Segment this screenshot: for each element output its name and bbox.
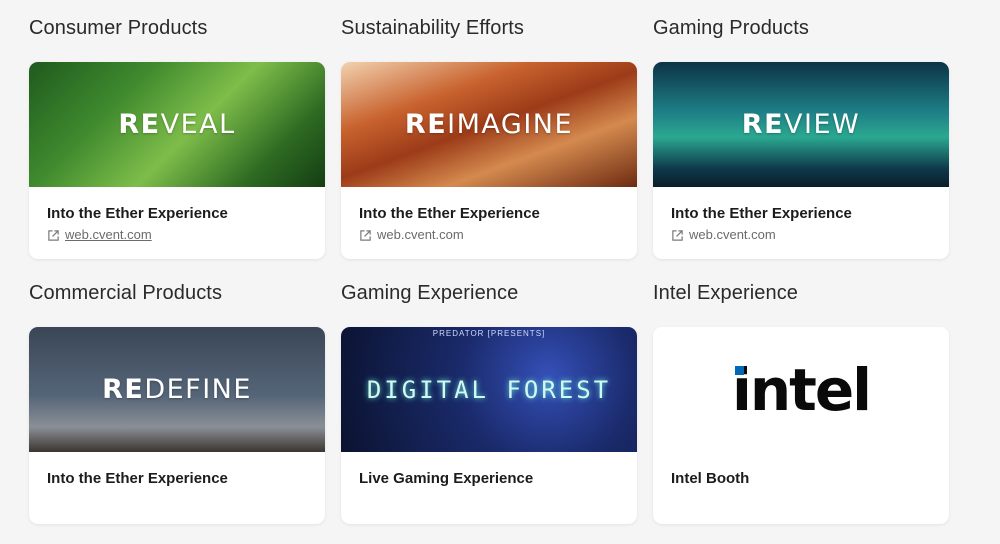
card-title: Live Gaming Experience (359, 470, 534, 487)
leaf-image: REVEAL (29, 62, 325, 187)
intel-wordmark: intel (731, 355, 872, 424)
card-title: Into the Ether Experience (359, 205, 540, 222)
external-link-icon (360, 229, 371, 241)
section-commercial-products: Commercial Products REDEFINE Into the Et… (29, 279, 325, 544)
intel-dot (734, 365, 744, 375)
banner-wordmark: REVEAL (118, 109, 236, 140)
external-link[interactable]: web.cvent.com (47, 226, 307, 244)
link-url[interactable]: web.cvent.com (65, 226, 152, 244)
experience-card[interactable]: PREDATOR [PRESENTS] DIGITAL FOREST Live … (341, 327, 637, 524)
section-intel-experience: Intel Experience intel Intel Booth (653, 279, 949, 544)
section-title: Sustainability Efforts (341, 17, 525, 39)
experience-card[interactable]: intel Intel Booth (653, 327, 949, 524)
card-title: Into the Ether Experience (47, 470, 228, 487)
external-link-icon (48, 229, 59, 241)
banner-wordmark: REIMAGINE (404, 109, 574, 140)
section-title: Gaming Products (653, 17, 810, 39)
mountain-image: REDEFINE (29, 327, 325, 452)
experience-card[interactable]: REIMAGINE Into the Ether Experience web.… (341, 62, 637, 259)
link-url[interactable]: web.cvent.com (689, 226, 776, 244)
link-url[interactable]: web.cvent.com (377, 226, 464, 244)
section-gaming-experience: Gaming Experience PREDATOR [PRESENTS] DI… (341, 279, 637, 544)
card-title: Intel Booth (671, 470, 750, 487)
banner-wordmark: REDEFINE (102, 374, 252, 405)
external-link-icon (672, 229, 683, 241)
section-sustainability-efforts: Sustainability Efforts REIMAGINE Into th… (341, 14, 637, 279)
card-title: Into the Ether Experience (47, 205, 228, 222)
card-title: Into the Ether Experience (671, 205, 852, 222)
section-consumer-products: Consumer Products REVEAL Into the Ether … (29, 14, 325, 279)
section-title: Consumer Products (29, 17, 208, 39)
section-title: Commercial Products (29, 282, 223, 304)
banner-wordmark: DIGITAL FOREST (366, 375, 612, 404)
section-gaming-products: Gaming Products REVIEW Into the Ether Ex… (653, 14, 949, 279)
section-title: Intel Experience (653, 282, 799, 304)
intel-logo: intel (653, 327, 949, 452)
section-title: Gaming Experience (341, 282, 519, 304)
experience-card[interactable]: REDEFINE Into the Ether Experience (29, 327, 325, 524)
banner-wordmark: REVIEW (741, 109, 861, 140)
external-link[interactable]: web.cvent.com (671, 226, 931, 244)
experience-card[interactable]: REVEAL Into the Ether Experience web.cve… (29, 62, 325, 259)
aurora-image: REVIEW (653, 62, 949, 187)
canyon-image: REIMAGINE (341, 62, 637, 187)
external-link[interactable]: web.cvent.com (359, 226, 619, 244)
banner-subtext: PREDATOR [PRESENTS] (432, 329, 546, 338)
experience-grid: Consumer Products REVEAL Into the Ether … (29, 14, 949, 544)
forest-image: PREDATOR [PRESENTS] DIGITAL FOREST (341, 327, 637, 452)
experience-card[interactable]: REVIEW Into the Ether Experience web.cve… (653, 62, 949, 259)
